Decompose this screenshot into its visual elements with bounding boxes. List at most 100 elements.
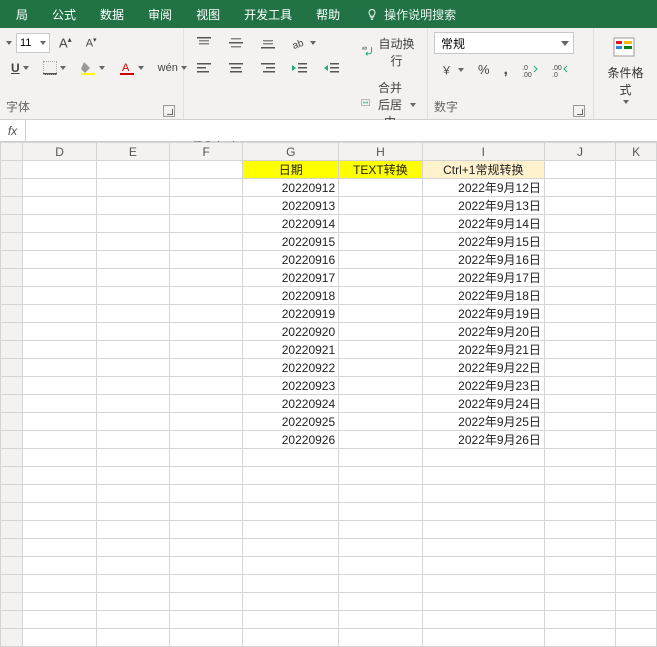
cell[interactable]	[339, 413, 423, 431]
row-header[interactable]	[1, 539, 23, 557]
cell[interactable]	[96, 179, 169, 197]
cell[interactable]	[544, 521, 615, 539]
cell[interactable]	[339, 197, 423, 215]
cell[interactable]	[616, 413, 657, 431]
cell[interactable]	[616, 287, 657, 305]
cell[interactable]	[544, 377, 615, 395]
row-header[interactable]	[1, 575, 23, 593]
cell[interactable]: 20220925	[243, 413, 339, 431]
cell[interactable]	[96, 251, 169, 269]
wrap-text-button[interactable]: ab 自动换行	[356, 32, 421, 72]
cell[interactable]	[96, 449, 169, 467]
row-header[interactable]	[1, 215, 23, 233]
underline-button[interactable]: U	[6, 58, 34, 78]
cell[interactable]	[23, 323, 96, 341]
cell[interactable]	[96, 359, 169, 377]
row-header[interactable]	[1, 341, 23, 359]
cell[interactable]	[170, 449, 243, 467]
cell[interactable]	[170, 485, 243, 503]
row-header[interactable]	[1, 377, 23, 395]
row-header[interactable]	[1, 305, 23, 323]
cell[interactable]	[422, 611, 544, 629]
decrease-indent-button[interactable]	[286, 58, 314, 78]
cell[interactable]: 2022年9月13日	[422, 197, 544, 215]
col-header-I[interactable]: I	[422, 143, 544, 161]
cell[interactable]	[96, 269, 169, 287]
cell[interactable]	[616, 467, 657, 485]
cell-header-ctrl1[interactable]: Ctrl+1常规转换	[422, 161, 544, 179]
cell[interactable]	[243, 575, 339, 593]
underline-caret[interactable]	[23, 66, 29, 70]
cell[interactable]	[544, 161, 615, 179]
cell[interactable]	[616, 215, 657, 233]
cell[interactable]	[96, 233, 169, 251]
cell[interactable]	[422, 521, 544, 539]
cell[interactable]	[96, 593, 169, 611]
formula-input[interactable]	[26, 120, 657, 141]
col-header-E[interactable]: E	[96, 143, 169, 161]
cell[interactable]	[544, 413, 615, 431]
cell[interactable]	[170, 197, 243, 215]
cell[interactable]	[23, 395, 96, 413]
cell[interactable]	[23, 557, 96, 575]
cell[interactable]	[23, 431, 96, 449]
cell[interactable]: 20220917	[243, 269, 339, 287]
increase-decimal-button[interactable]: .0.00	[517, 59, 543, 81]
cell[interactable]	[616, 251, 657, 269]
fill-color-button[interactable]	[75, 57, 110, 79]
cell[interactable]	[616, 521, 657, 539]
cell[interactable]	[544, 197, 615, 215]
row-header[interactable]	[1, 629, 23, 647]
cell[interactable]: 20220920	[243, 323, 339, 341]
cell[interactable]	[339, 485, 423, 503]
row-header[interactable]	[1, 179, 23, 197]
row-header[interactable]	[1, 197, 23, 215]
cell[interactable]	[339, 521, 423, 539]
tab-data[interactable]: 数据	[88, 0, 136, 28]
cell[interactable]	[616, 629, 657, 647]
cell[interactable]	[96, 611, 169, 629]
align-left-button[interactable]	[190, 58, 218, 78]
cell[interactable]	[23, 179, 96, 197]
cell[interactable]	[23, 341, 96, 359]
cell[interactable]: 20220924	[243, 395, 339, 413]
cell[interactable]	[616, 323, 657, 341]
cell[interactable]	[23, 359, 96, 377]
cell[interactable]	[544, 611, 615, 629]
cell[interactable]	[96, 197, 169, 215]
row-header[interactable]	[1, 431, 23, 449]
cell[interactable]	[339, 287, 423, 305]
cell[interactable]: 2022年9月25日	[422, 413, 544, 431]
spreadsheet-grid[interactable]: D E F G H I J K 日期TEXT转换Ctrl+1常规转换202209…	[0, 142, 657, 647]
font-dialog-launcher[interactable]	[163, 105, 175, 117]
cell[interactable]	[339, 341, 423, 359]
cell[interactable]: 20220926	[243, 431, 339, 449]
cell[interactable]	[544, 287, 615, 305]
cell[interactable]	[616, 557, 657, 575]
col-header-K[interactable]: K	[616, 143, 657, 161]
row-header[interactable]	[1, 485, 23, 503]
cell[interactable]	[616, 431, 657, 449]
cell[interactable]	[23, 593, 96, 611]
cell[interactable]	[23, 251, 96, 269]
row-header[interactable]	[1, 395, 23, 413]
cell[interactable]	[339, 377, 423, 395]
cell[interactable]	[616, 197, 657, 215]
cell[interactable]	[422, 629, 544, 647]
cell[interactable]	[23, 215, 96, 233]
cell[interactable]	[544, 485, 615, 503]
cell[interactable]	[96, 323, 169, 341]
cell[interactable]: 2022年9月16日	[422, 251, 544, 269]
cell[interactable]	[96, 431, 169, 449]
cell[interactable]	[243, 521, 339, 539]
align-bottom-button[interactable]	[254, 33, 282, 53]
row-header[interactable]	[1, 233, 23, 251]
cell[interactable]	[170, 431, 243, 449]
cell[interactable]	[170, 539, 243, 557]
cell[interactable]: 2022年9月15日	[422, 233, 544, 251]
cell[interactable]: 20220919	[243, 305, 339, 323]
cell[interactable]	[616, 341, 657, 359]
select-all-corner[interactable]	[1, 143, 23, 161]
cell[interactable]	[544, 269, 615, 287]
cell[interactable]	[544, 431, 615, 449]
